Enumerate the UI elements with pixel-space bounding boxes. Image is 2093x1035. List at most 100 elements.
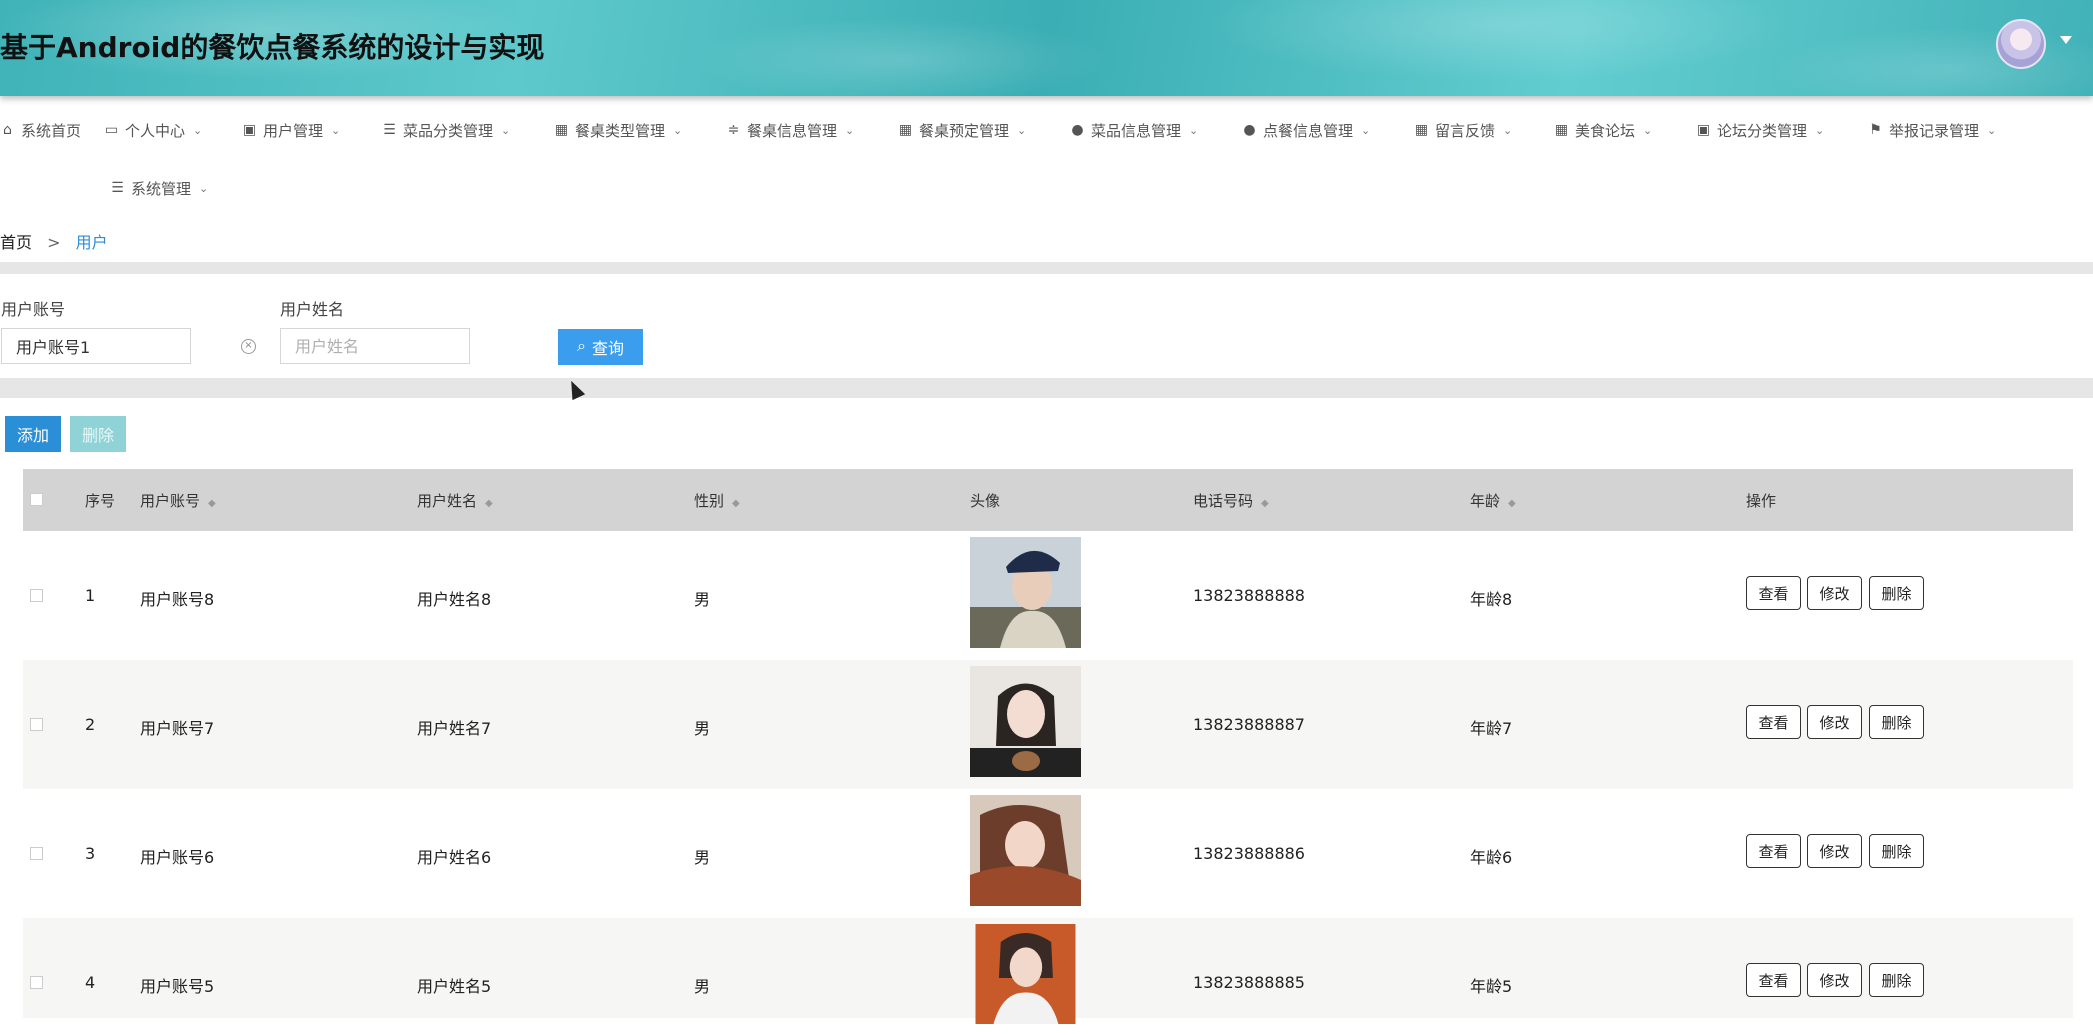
view-button[interactable]: 查看 <box>1746 705 1801 739</box>
name-input[interactable] <box>280 328 470 364</box>
edit-button[interactable]: 修改 <box>1807 963 1862 997</box>
header-index: 序号 <box>85 492 116 510</box>
cell-name: 用户姓名7 <box>417 719 492 738</box>
person-icon: ● <box>1071 122 1084 138</box>
nav-label: 系统首页 <box>21 122 82 140</box>
account-input[interactable] <box>1 328 191 364</box>
edit-button[interactable]: 修改 <box>1807 576 1862 610</box>
nav-item-dish-info[interactable]: ● 菜品信息管理 ⌄ <box>1070 120 1198 141</box>
avatar-photo[interactable] <box>970 924 1081 1024</box>
chevron-down-icon: ⌄ <box>845 124 855 137</box>
header-gender[interactable]: 性别 ◆ <box>694 490 740 511</box>
cell-account: 用户账号8 <box>140 590 215 609</box>
clipboard-icon: ▣ <box>1696 122 1711 138</box>
nav-item-users[interactable]: ▣ 用户管理 ⌄ <box>242 120 340 141</box>
sort-icon[interactable]: ◆ <box>1261 498 1269 509</box>
name-label: 用户姓名 <box>280 300 345 319</box>
cell-phone: 13823888888 <box>1193 586 1305 605</box>
cell-phone: 13823888887 <box>1193 715 1305 734</box>
chevron-down-icon: ⌄ <box>501 124 511 137</box>
cell-index: 2 <box>85 715 96 734</box>
nav-item-order-info[interactable]: ● 点餐信息管理 ⌄ <box>1242 120 1370 141</box>
user-avatar[interactable] <box>1996 19 2046 69</box>
edit-button[interactable]: 修改 <box>1807 834 1862 868</box>
delete-button[interactable]: 删除 <box>1869 834 1924 868</box>
delete-button[interactable]: 删除 <box>1869 705 1924 739</box>
cell-age: 年龄6 <box>1470 848 1513 867</box>
nav-label: 餐桌类型管理 <box>575 122 666 140</box>
header-phone[interactable]: 电话号码 ◆ <box>1193 490 1269 511</box>
nav-item-system[interactable]: ☰ 系统管理 ⌄ <box>110 178 208 199</box>
edit-button[interactable]: 修改 <box>1807 705 1862 739</box>
table-row: 4 用户账号5 用户姓名5 男 13823888885 年龄5 查看 修改 删除 <box>23 918 2073 1024</box>
nav-item-table-type[interactable]: ▦ 餐桌类型管理 ⌄ <box>554 120 682 141</box>
nav-label: 点餐信息管理 <box>1263 122 1354 140</box>
nav-label: 餐桌信息管理 <box>747 122 838 140</box>
row-checkbox[interactable] <box>30 847 43 860</box>
menu-icon: ☰ <box>111 180 124 196</box>
breadcrumb-home[interactable]: 首页 <box>0 233 32 252</box>
avatar-photo[interactable] <box>970 795 1081 906</box>
add-button[interactable]: 添加 <box>5 416 61 452</box>
nav-label: 菜品分类管理 <box>403 122 494 140</box>
sort-icon[interactable]: ◆ <box>1508 498 1516 509</box>
row-checkbox[interactable] <box>30 718 43 731</box>
clipboard-icon: ▣ <box>242 122 257 138</box>
sort-icon[interactable]: ◆ <box>732 498 740 509</box>
row-checkbox[interactable] <box>30 589 43 602</box>
header-avatar: 头像 <box>970 492 1001 510</box>
nav-item-profile[interactable]: ▭ 个人中心 ⌄ <box>104 120 202 141</box>
account-label: 用户账号 <box>1 300 66 319</box>
nav-item-forum-category[interactable]: ▣ 论坛分类管理 ⌄ <box>1696 120 1824 141</box>
sort-icon[interactable]: ◆ <box>485 498 493 509</box>
cell-age: 年龄5 <box>1470 977 1513 996</box>
header-account[interactable]: 用户账号 ◆ <box>140 490 216 511</box>
avatar-dropdown-icon[interactable] <box>2060 36 2072 44</box>
cell-account: 用户账号5 <box>140 977 215 996</box>
header-name[interactable]: 用户姓名 ◆ <box>417 490 493 511</box>
view-button[interactable]: 查看 <box>1746 576 1801 610</box>
nav-item-reports[interactable]: ⚑ 举报记录管理 ⌄ <box>1868 120 1996 141</box>
section-divider <box>0 262 2093 274</box>
view-button[interactable]: 查看 <box>1746 963 1801 997</box>
row-checkbox[interactable] <box>30 976 43 989</box>
breadcrumb-current: 用户 <box>75 233 108 252</box>
nav-label: 菜品信息管理 <box>1091 122 1182 140</box>
batch-delete-button[interactable]: 删除 <box>70 416 126 452</box>
table-row: 3 用户账号6 用户姓名6 男 13823888886 年龄6 查看 修改 删除 <box>23 789 2073 919</box>
table-header: 序号 用户账号 ◆ 用户姓名 ◆ 性别 ◆ 头像 电话号码 ◆ 年龄 ◆ 操作 <box>23 469 2073 531</box>
chevron-down-icon: ⌄ <box>1503 124 1513 137</box>
grid-icon: ▦ <box>554 122 569 138</box>
search-icon: ⌕ <box>577 338 586 355</box>
cell-name: 用户姓名8 <box>417 590 492 609</box>
header-age[interactable]: 年龄 ◆ <box>1470 490 1516 511</box>
nav-item-food-forum[interactable]: ▦ 美食论坛 ⌄ <box>1554 120 1652 141</box>
nav-item-feedback[interactable]: ▦ 留言反馈 ⌄ <box>1414 120 1512 141</box>
delete-button[interactable]: 删除 <box>1869 576 1924 610</box>
cell-phone: 13823888886 <box>1193 844 1305 863</box>
chevron-down-icon: ⌄ <box>673 124 683 137</box>
cell-phone: 13823888885 <box>1193 973 1305 992</box>
nav-item-home[interactable]: ⌂ 系统首页 <box>0 120 81 141</box>
nav-item-dish-category[interactable]: ☰ 菜品分类管理 ⌄ <box>382 120 510 141</box>
cell-age: 年龄8 <box>1470 590 1513 609</box>
query-button[interactable]: ⌕ 查询 <box>558 329 643 365</box>
avatar-photo[interactable] <box>970 666 1081 777</box>
clear-icon[interactable]: × <box>241 339 256 354</box>
chevron-down-icon: ⌄ <box>193 124 203 137</box>
sliders-icon: ≑ <box>727 122 740 138</box>
nav-item-table-booking[interactable]: ▦ 餐桌预定管理 ⌄ <box>898 120 1026 141</box>
cell-gender: 男 <box>694 719 711 738</box>
view-button[interactable]: 查看 <box>1746 834 1801 868</box>
select-all-checkbox[interactable] <box>30 493 43 506</box>
nav-item-table-info[interactable]: ≑ 餐桌信息管理 ⌄ <box>726 120 855 141</box>
avatar-photo[interactable] <box>970 537 1081 648</box>
sort-icon[interactable]: ◆ <box>208 498 216 509</box>
grid-icon: ▦ <box>1554 122 1569 138</box>
profile-icon: ▭ <box>104 122 119 138</box>
delete-button[interactable]: 删除 <box>1869 963 1924 997</box>
nav-label: 美食论坛 <box>1575 122 1636 140</box>
table-row: 1 用户账号8 用户姓名8 男 13823888888 年龄8 查看 修改 删除 <box>23 531 2073 661</box>
chevron-down-icon: ⌄ <box>1017 124 1027 137</box>
grid-icon: ▦ <box>1414 122 1429 138</box>
